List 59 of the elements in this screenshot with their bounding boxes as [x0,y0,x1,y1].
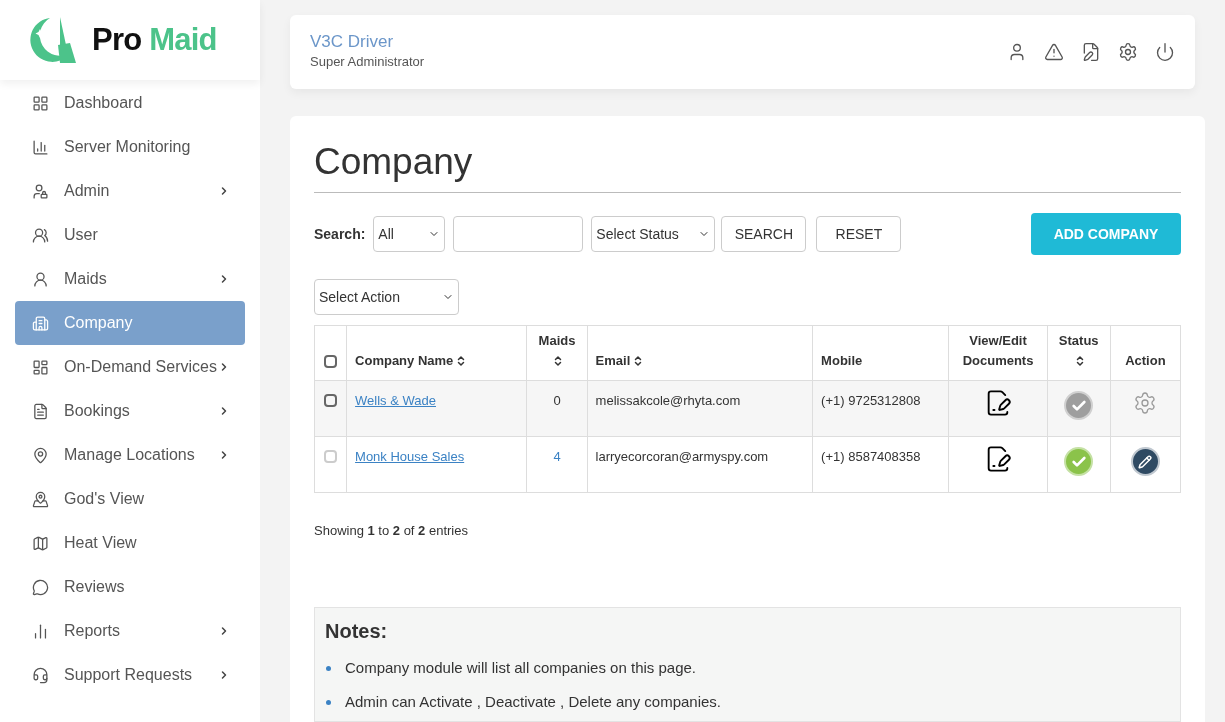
bar-chart-icon [32,622,49,640]
note-text: Company module will list all companies on this page. [345,658,696,679]
maids-count: 0 [553,393,561,408]
company-link[interactable]: Wells & Wade [355,393,436,408]
power-icon[interactable] [1155,42,1175,62]
row-checkbox[interactable] [324,394,338,407]
action-select[interactable]: Select Action [314,279,459,315]
map-pin-icon [32,490,49,508]
user-icon [32,270,49,288]
mobile-text: (+1) 9725312808 [821,393,921,408]
settings-icon[interactable] [1118,42,1138,62]
page-title: Company [314,138,1181,193]
entries-summary: Showing 1 to 2 of 2 entries [314,522,469,540]
sidebar-item[interactable]: Server Monitoring [15,125,245,169]
user-name: V3C Driver [310,32,395,53]
sidebar-item[interactable]: Admin [15,169,245,213]
notes-title: Notes: [325,618,389,644]
sidebar-item[interactable]: Manage Locations [15,433,245,477]
sidebar-item[interactable]: On-Demand Services [15,345,245,389]
column-header: Action [1125,351,1166,370]
chat-icon [32,578,49,596]
sidebar-item[interactable]: Reviews [15,565,245,609]
building-icon [32,314,49,332]
brand-name: Pro Maid [92,20,217,59]
users-icon [32,226,49,244]
sidebar-item[interactable]: Dashboard [15,81,245,125]
column-header: View/Edit Documents [961,332,1035,370]
search-button[interactable]: SEARCH [721,216,807,252]
search-field[interactable] [453,216,584,252]
edit-document-icon[interactable] [1081,42,1101,62]
sidebar-item[interactable]: God's View [15,477,245,521]
headset-icon [32,666,49,684]
status-icon[interactable] [1064,391,1094,420]
warning-icon[interactable] [1044,42,1064,62]
document-icon [32,402,49,420]
sidebar-item[interactable]: Maids [15,257,245,301]
mobile-text: (+1) 8587408358 [821,449,921,464]
map-pin-icon [32,446,49,464]
email-text: larryecorcoran@armyspy.com [595,449,769,464]
reset-button[interactable]: RESET [816,216,902,252]
user-role: Super Administrator [310,53,426,72]
column-header[interactable]: Email [595,350,645,370]
sidebar-item[interactable]: Heat View [15,521,245,565]
chart-icon [32,138,49,156]
email-text: melissakcole@rhyta.com [595,393,741,408]
scope-select[interactable]: All [373,216,446,252]
note-text: Admin can Activate , Deactivate , Delete any companies. [345,692,722,713]
grid-icon [32,358,49,376]
sidebar-item[interactable]: Support Requests [15,653,245,697]
grid-icon [32,94,49,112]
sidebar-item[interactable]: Reports [15,609,245,653]
sidebar-item[interactable]: Bookings [15,389,245,433]
map-icon [32,534,49,552]
column-header: Mobile [821,351,863,370]
search-label: Search: [314,224,366,244]
select-all-checkbox[interactable] [324,355,338,368]
status-select[interactable]: Select Status [591,216,716,252]
sidebar-item[interactable]: User [15,213,245,257]
user-lock-icon [32,182,49,200]
